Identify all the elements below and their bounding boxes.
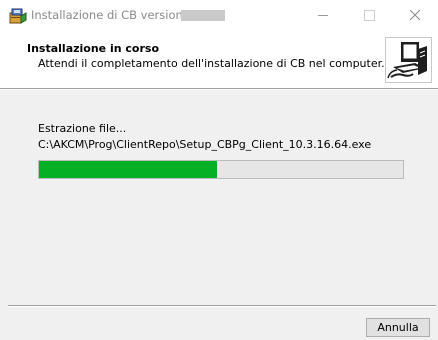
cancel-button[interactable]: Annulla <box>366 318 430 337</box>
minimize-button[interactable] <box>300 0 346 30</box>
header-separator <box>0 88 438 90</box>
header-panel: Installazione in corso Attendi il comple… <box>0 30 438 88</box>
maximize-button[interactable] <box>346 0 392 30</box>
title-bar[interactable]: Installazione di CB versione 10. <box>0 0 438 30</box>
current-file-path: C:\AKCM\Prog\ClientRepo\Setup_CBPg_Clien… <box>38 138 372 151</box>
maximize-icon <box>363 9 375 21</box>
progress-bar-fill <box>39 161 218 178</box>
footer-separator <box>8 305 436 307</box>
installer-window: Installazione di CB versione 10. Install… <box>0 0 438 340</box>
status-text: Estrazione file... <box>38 122 127 135</box>
minimize-icon <box>318 14 328 16</box>
close-icon <box>410 10 420 20</box>
installer-package-icon <box>9 7 27 24</box>
close-button[interactable] <box>392 0 438 30</box>
page-subtitle: Attendi il completamento dell'installazi… <box>38 57 385 70</box>
progress-bar <box>38 160 404 179</box>
computer-setup-icon <box>385 37 432 83</box>
redacted-version <box>181 10 225 21</box>
page-title: Installazione in corso <box>27 42 160 55</box>
